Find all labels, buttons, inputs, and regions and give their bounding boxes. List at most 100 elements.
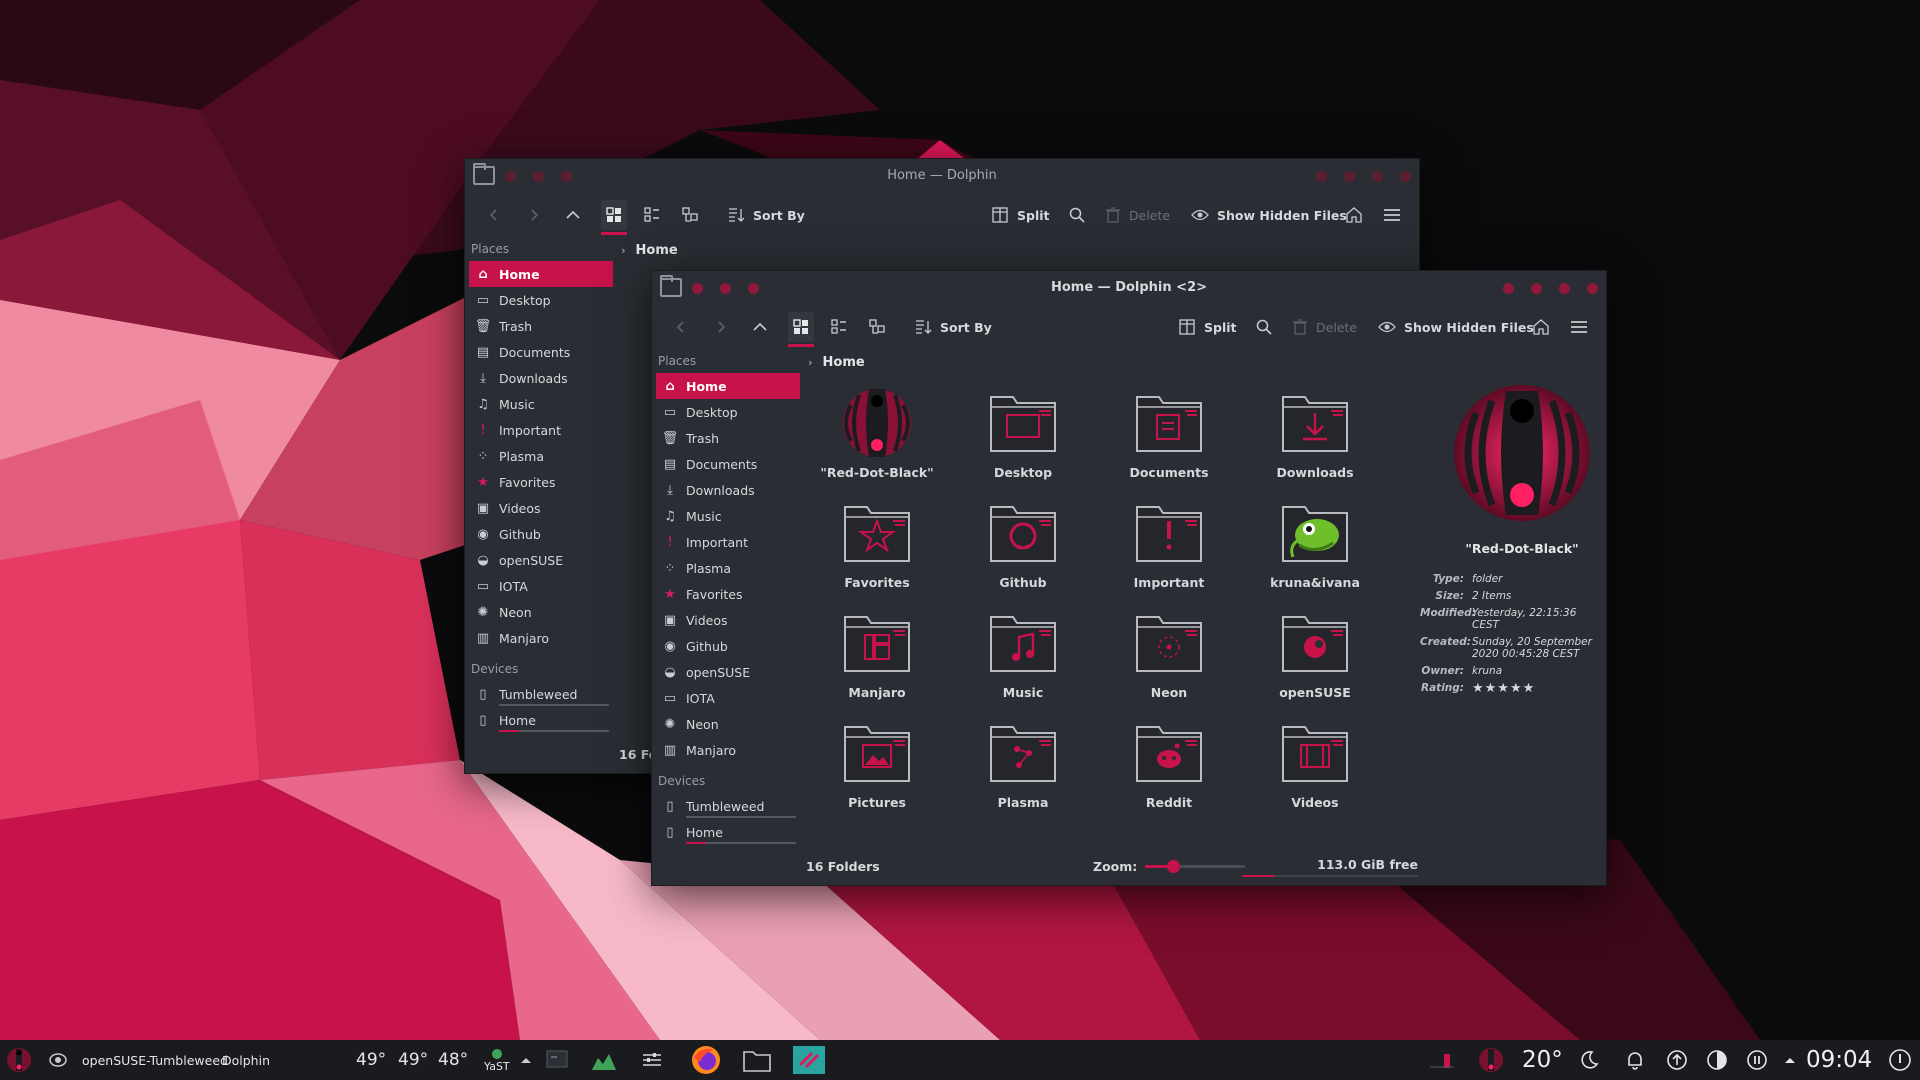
forward-button[interactable] bbox=[527, 200, 541, 230]
titlebar[interactable]: Home — Dolphin bbox=[465, 159, 1419, 193]
sidebar-item-iota[interactable]: ▭ IOTA bbox=[469, 573, 613, 599]
weather-widget[interactable] bbox=[1478, 1040, 1504, 1080]
sidebar-item-documents[interactable]: ▤ Documents bbox=[656, 451, 800, 477]
sidebar-item-neon[interactable]: ✺ Neon bbox=[469, 599, 613, 625]
file-item[interactable]: Favorites bbox=[804, 493, 950, 603]
maximize-button[interactable] bbox=[1372, 171, 1383, 182]
sidebar-item-home-device[interactable]: ▯ Home bbox=[469, 707, 613, 733]
sidebar-item-trash[interactable]: 🗑 Trash bbox=[656, 425, 800, 451]
sidebar-item-documents[interactable]: ▤ Documents bbox=[469, 339, 613, 365]
sidebar-item-neon[interactable]: ✺ Neon bbox=[656, 711, 800, 737]
clock[interactable]: 09:04 bbox=[1806, 1040, 1872, 1080]
details-view-button[interactable] bbox=[868, 312, 886, 342]
home-button[interactable] bbox=[1532, 312, 1550, 342]
sidebar-item-github[interactable]: ◉ Github bbox=[469, 521, 613, 547]
sidebar-item-videos[interactable]: ▣ Videos bbox=[656, 607, 800, 633]
brightness-button[interactable] bbox=[1706, 1040, 1728, 1080]
breadcrumb[interactable]: › Home bbox=[808, 355, 865, 370]
sidebar-item-music[interactable]: ♫ Music bbox=[469, 391, 613, 417]
sidebar-item-opensuse[interactable]: ◒ openSUSE bbox=[469, 547, 613, 573]
compact-view-button[interactable] bbox=[643, 200, 661, 230]
file-item[interactable]: Github bbox=[950, 493, 1096, 603]
media-player-button[interactable] bbox=[1746, 1040, 1768, 1080]
network-activity[interactable] bbox=[1430, 1040, 1454, 1080]
sidebar-item-desktop[interactable]: ▭ Desktop bbox=[656, 399, 800, 425]
up-button[interactable] bbox=[752, 312, 768, 342]
file-item[interactable]: Desktop bbox=[950, 383, 1096, 493]
close-button[interactable] bbox=[1400, 171, 1411, 182]
sidebar-item-music[interactable]: ♫ Music bbox=[656, 503, 800, 529]
application-launcher[interactable] bbox=[6, 1040, 32, 1080]
file-item[interactable]: Videos bbox=[1242, 713, 1388, 823]
zoom-slider[interactable] bbox=[1145, 860, 1246, 873]
updates-button[interactable] bbox=[1666, 1040, 1688, 1080]
sidebar-item-manjaro[interactable]: ▥ Manjaro bbox=[656, 737, 800, 763]
sidebar-item-videos[interactable]: ▣ Videos bbox=[469, 495, 613, 521]
tray-expander-button[interactable] bbox=[1784, 1040, 1796, 1080]
back-button[interactable] bbox=[487, 200, 501, 230]
file-item[interactable]: Pictures bbox=[804, 713, 950, 823]
task-kate[interactable] bbox=[792, 1040, 826, 1080]
sidebar-item-home[interactable]: ⌂ Home bbox=[656, 373, 800, 399]
compact-view-button[interactable] bbox=[830, 312, 848, 342]
file-item[interactable]: Documents bbox=[1096, 383, 1242, 493]
breadcrumb[interactable]: › Home bbox=[621, 243, 678, 258]
sidebar-item-manjaro[interactable]: ▥ Manjaro bbox=[469, 625, 613, 651]
forward-button[interactable] bbox=[714, 312, 728, 342]
zoom-slider-handle[interactable] bbox=[1167, 860, 1181, 873]
task-system-monitor[interactable] bbox=[590, 1040, 618, 1080]
activity-switcher[interactable] bbox=[48, 1040, 68, 1080]
delete-button[interactable]: Delete bbox=[1105, 200, 1170, 230]
sidebar-item-important[interactable]: ! Important bbox=[469, 417, 613, 443]
file-item[interactable]: Plasma bbox=[950, 713, 1096, 823]
sidebar-item-opensuse[interactable]: ◒ openSUSE bbox=[656, 659, 800, 685]
sidebar-item-tumbleweed[interactable]: ▯ Tumbleweed bbox=[469, 681, 613, 707]
help-button[interactable] bbox=[1503, 283, 1514, 294]
file-item[interactable]: Important bbox=[1096, 493, 1242, 603]
search-button[interactable] bbox=[1255, 312, 1273, 342]
sidebar-item-github[interactable]: ◉ Github bbox=[656, 633, 800, 659]
sort-by-button[interactable]: Sort By bbox=[727, 200, 805, 230]
sidebar-item-downloads[interactable]: ⤓ Downloads bbox=[656, 477, 800, 503]
home-button[interactable] bbox=[1345, 200, 1363, 230]
task-dolphin[interactable] bbox=[742, 1040, 772, 1080]
sidebar-item-plasma[interactable]: ⁘ Plasma bbox=[469, 443, 613, 469]
sidebar-item-important[interactable]: ! Important bbox=[656, 529, 800, 555]
file-item[interactable]: Manjaro bbox=[804, 603, 950, 713]
icons-view-button[interactable] bbox=[788, 312, 814, 347]
show-hidden-files-button[interactable]: Show Hidden Files bbox=[1191, 200, 1347, 230]
sidebar-item-favorites[interactable]: ★ Favorites bbox=[469, 469, 613, 495]
breadcrumb-home[interactable]: Home bbox=[823, 355, 865, 370]
split-button[interactable]: Split bbox=[1178, 312, 1237, 342]
rating-stars[interactable]: ★★★★★ bbox=[1472, 681, 1602, 697]
file-item[interactable]: Reddit bbox=[1096, 713, 1242, 823]
sidebar-item-trash[interactable]: 🗑 Trash bbox=[469, 313, 613, 339]
weather-temperature[interactable]: 20° bbox=[1522, 1040, 1563, 1080]
sidebar-item-plasma[interactable]: ⁘ Plasma bbox=[656, 555, 800, 581]
menu-button[interactable] bbox=[1570, 312, 1588, 342]
help-button[interactable] bbox=[1316, 171, 1327, 182]
activity-name[interactable]: openSUSE-Tumbleweed bbox=[82, 1040, 228, 1080]
yast-launcher[interactable]: YaST bbox=[484, 1040, 510, 1080]
task-terminal[interactable] bbox=[545, 1040, 569, 1080]
shutdown-button[interactable] bbox=[1888, 1040, 1912, 1080]
icons-view-button[interactable] bbox=[601, 200, 627, 235]
active-window-title[interactable]: Dolphin bbox=[222, 1040, 270, 1080]
show-more-tray-button[interactable] bbox=[520, 1040, 532, 1080]
file-item[interactable]: openSUSE bbox=[1242, 603, 1388, 713]
minimize-button[interactable] bbox=[1344, 171, 1355, 182]
file-item[interactable]: Neon bbox=[1096, 603, 1242, 713]
sidebar-item-favorites[interactable]: ★ Favorites bbox=[656, 581, 800, 607]
up-button[interactable] bbox=[565, 200, 581, 230]
sidebar-item-iota[interactable]: ▭ IOTA bbox=[656, 685, 800, 711]
split-button[interactable]: Split bbox=[991, 200, 1050, 230]
task-settings[interactable] bbox=[640, 1040, 664, 1080]
details-view-button[interactable] bbox=[681, 200, 699, 230]
night-color-toggle[interactable] bbox=[1578, 1040, 1600, 1080]
delete-button[interactable]: Delete bbox=[1292, 312, 1357, 342]
close-button[interactable] bbox=[1587, 283, 1598, 294]
file-item[interactable]: kruna&ivana bbox=[1242, 493, 1388, 603]
breadcrumb-home[interactable]: Home bbox=[636, 243, 678, 258]
sort-by-button[interactable]: Sort By bbox=[914, 312, 992, 342]
sidebar-item-tumbleweed[interactable]: ▯ Tumbleweed bbox=[656, 793, 800, 819]
